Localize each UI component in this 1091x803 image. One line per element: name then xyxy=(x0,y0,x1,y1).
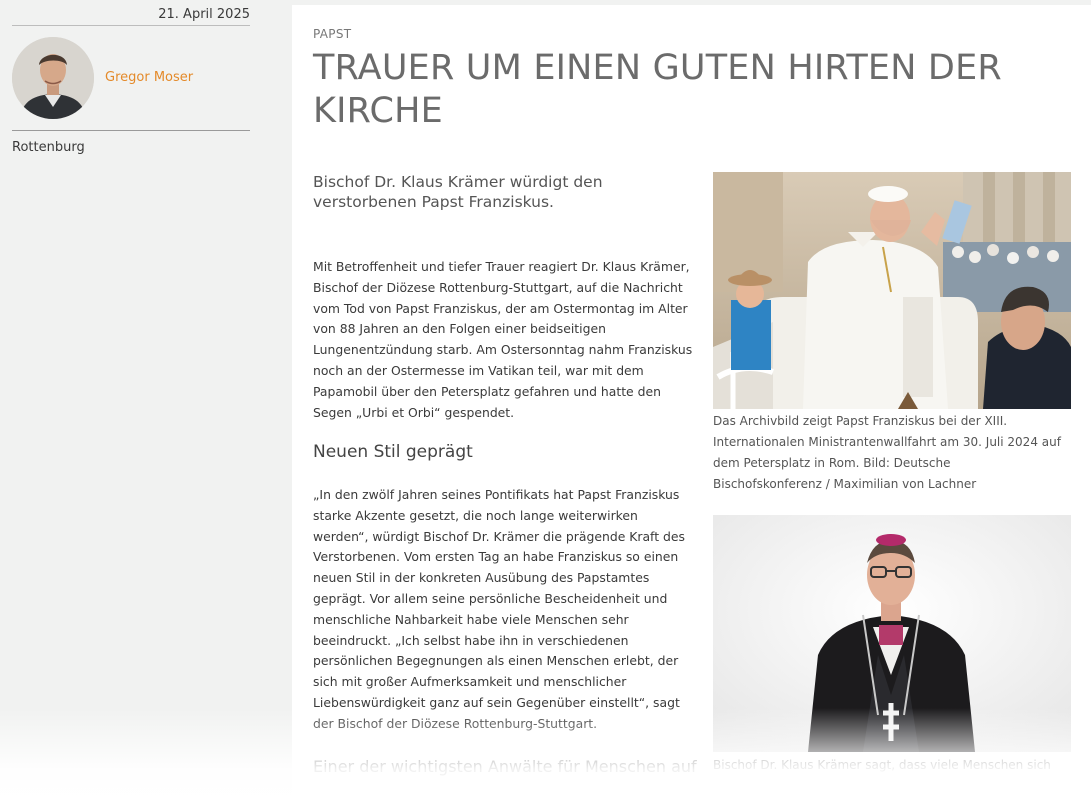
section-heading: Neuen Stil geprägt xyxy=(313,442,473,462)
author-sidebar: 21. April 2025 Gregor Moser Rottenburg xyxy=(0,0,280,803)
article-card: PAPST TRAUER UM EINEN GUTEN HIRTEN DER K… xyxy=(292,5,1091,803)
author-photo xyxy=(12,37,94,119)
author-name-link[interactable]: Gregor Moser xyxy=(105,70,193,85)
article-paragraph: „In den zwölf Jahren seines Pontifikats … xyxy=(313,487,685,731)
author-avatar[interactable] xyxy=(12,37,94,119)
article-lead: Bischof Dr. Klaus Krämer würdigt den ver… xyxy=(313,173,603,211)
pope-image xyxy=(713,172,1071,409)
image-caption: Das Archivbild zeigt Papst Franziskus be… xyxy=(713,414,1061,491)
bishop-photo[interactable] xyxy=(713,515,1071,752)
publish-date: 21. April 2025 xyxy=(12,7,250,26)
article-paragraph: Mit Betroffenheit und tiefer Trauer reag… xyxy=(313,259,693,420)
section-heading: Einer der wichtigsten Anwälte für Mensch… xyxy=(313,757,697,776)
image-caption: Bischof Dr. Klaus Krämer sagt, dass viel… xyxy=(713,758,1051,772)
sidebar-divider xyxy=(12,130,250,131)
pope-photo[interactable] xyxy=(713,172,1071,409)
bishop-image xyxy=(713,515,1071,752)
article-title: TRAUER UM EINEN GUTEN HIRTEN DER KIRCHE xyxy=(313,48,1002,131)
author-location: Rottenburg xyxy=(12,140,85,155)
article-kicker: PAPST xyxy=(313,27,352,41)
